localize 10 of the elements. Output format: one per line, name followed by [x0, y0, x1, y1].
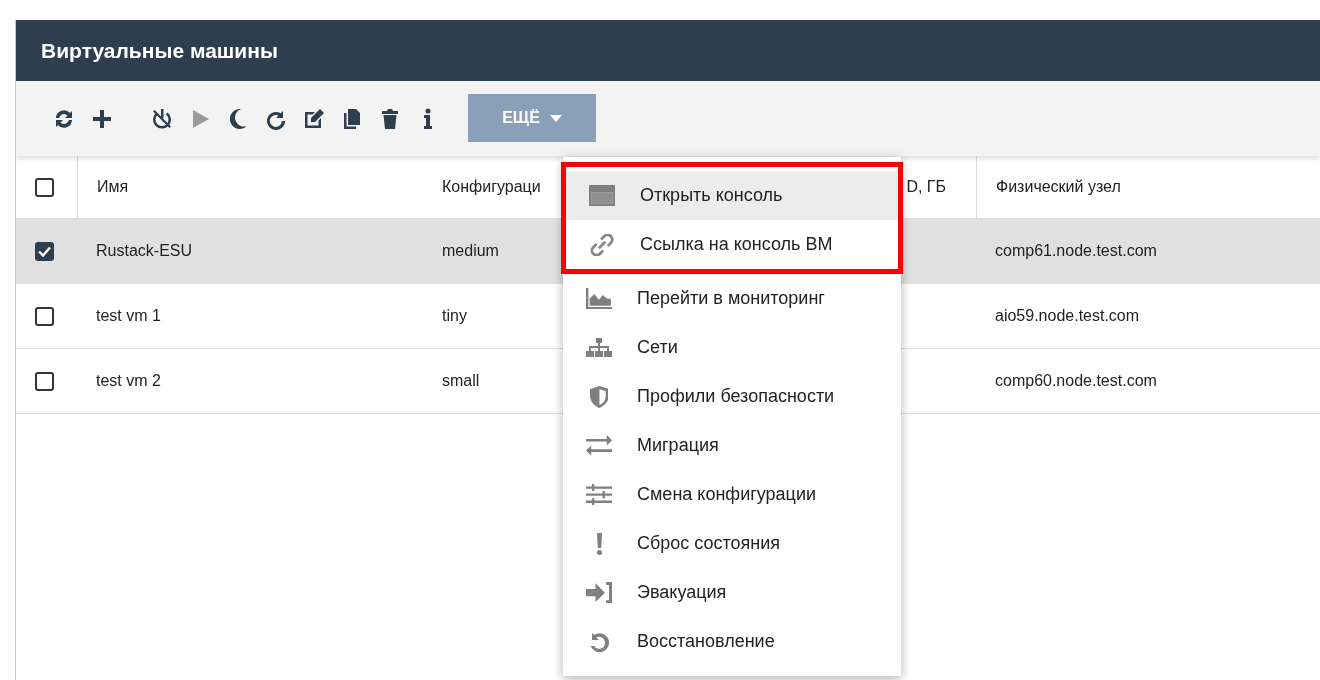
table-cell-text: tiny [442, 306, 467, 326]
panel-title: Виртуальные машины [16, 20, 1320, 81]
table-cell-text: small [442, 371, 480, 391]
table-cell-text: aio59.node.test.com [995, 306, 1140, 326]
table-cell-text: medium [442, 241, 499, 261]
table-cell-text: comp61.node.test.com [995, 241, 1157, 261]
table-cell-text: Rustack-ESU [96, 241, 193, 261]
table-cell-text: comp60.node.test.com [995, 371, 1157, 391]
table-cell-text: test vm 2 [96, 371, 161, 391]
table-cell-text: test vm 1 [96, 306, 161, 326]
